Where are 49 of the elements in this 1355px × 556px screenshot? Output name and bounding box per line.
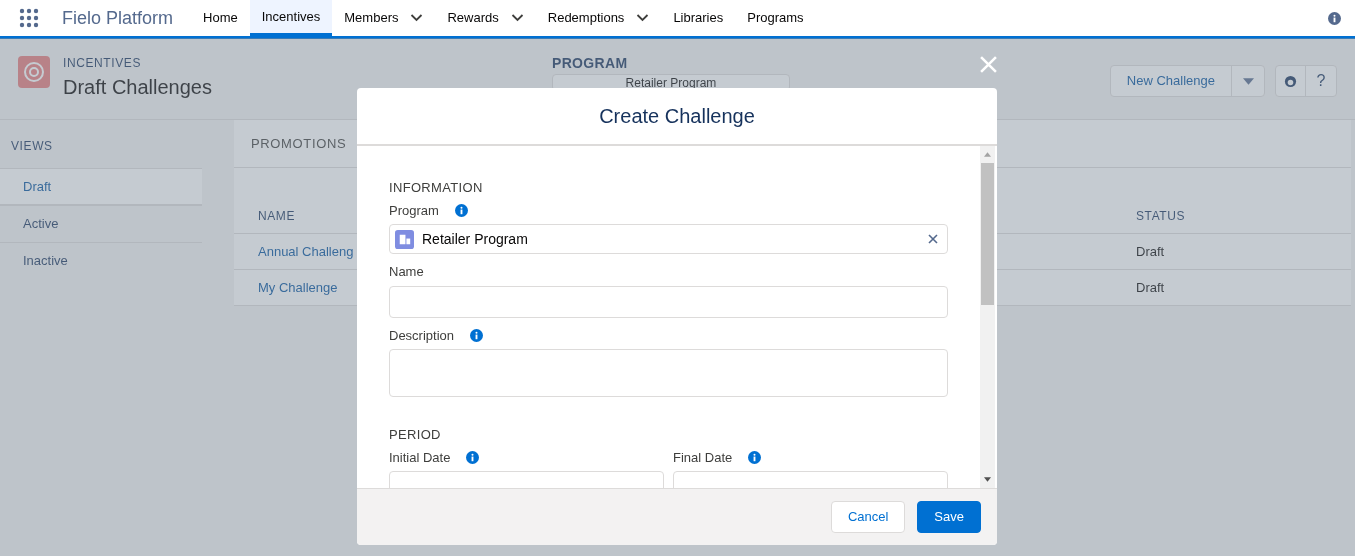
lookup-field[interactable]: Retailer Program (389, 224, 948, 254)
nav-tab[interactable]: Redemptions (535, 0, 662, 36)
field-label: Description (389, 326, 455, 345)
program-icon (395, 229, 414, 249)
view-item[interactable]: Inactive (0, 242, 202, 279)
info-icon[interactable] (454, 203, 468, 217)
page-eyebrow: INCENTIVES (63, 55, 142, 72)
field-label: Initial Date (389, 448, 451, 467)
nav-tab[interactable]: Incentives (249, 0, 333, 36)
text-input[interactable] (389, 285, 948, 318)
scroll-up-icon[interactable] (984, 152, 991, 157)
table-cell-text: Draft (1136, 278, 1166, 297)
info-icon[interactable] (466, 450, 480, 464)
save-button[interactable]: Save (917, 501, 981, 533)
nav-tab[interactable]: Rewards (435, 0, 536, 36)
user-icon (1284, 74, 1297, 88)
scroll-down-icon[interactable] (984, 477, 991, 482)
info-icon[interactable] (1328, 11, 1341, 25)
scrollbar[interactable] (980, 146, 995, 488)
table-cell[interactable]: My Challenge (258, 277, 338, 298)
app-launcher-icon[interactable] (19, 8, 39, 28)
section-heading: INFORMATION (389, 179, 484, 197)
table-cell[interactable]: Annual Challeng (258, 241, 354, 262)
views-heading: VIEWS (10, 138, 54, 155)
field-label: Program (389, 201, 439, 220)
table-cell-text: Draft (1136, 242, 1166, 261)
field-label: Name (389, 263, 424, 281)
view-item[interactable]: Draft (0, 168, 202, 205)
promotions-tab[interactable]: PROMOTIONS (251, 133, 347, 154)
view-item[interactable]: Active (0, 205, 202, 242)
section-heading: PERIOD (389, 426, 442, 444)
clear-icon[interactable] (928, 234, 938, 244)
modal-title: Create Challenge (599, 104, 755, 129)
cancel-button[interactable]: Cancel (830, 501, 906, 533)
app-name: Fielo Platform (62, 6, 174, 30)
info-icon[interactable] (748, 450, 762, 464)
lookup-value: Retailer Program (422, 229, 529, 249)
nav-tab[interactable]: Libraries (661, 0, 736, 36)
nav-tab[interactable]: Programs (735, 0, 816, 36)
page-title: Draft Challenges (63, 75, 212, 100)
field-label: Final Date (673, 448, 733, 467)
target-icon (18, 56, 50, 88)
nav-tab[interactable]: Home (191, 0, 250, 36)
column-header: NAME (258, 207, 296, 225)
program-label: PROGRAM (551, 54, 629, 73)
column-header: STATUS (1136, 207, 1187, 225)
info-icon[interactable] (470, 328, 484, 342)
nav-tab[interactable]: Members (332, 0, 436, 36)
caret-down-icon (1242, 77, 1254, 85)
